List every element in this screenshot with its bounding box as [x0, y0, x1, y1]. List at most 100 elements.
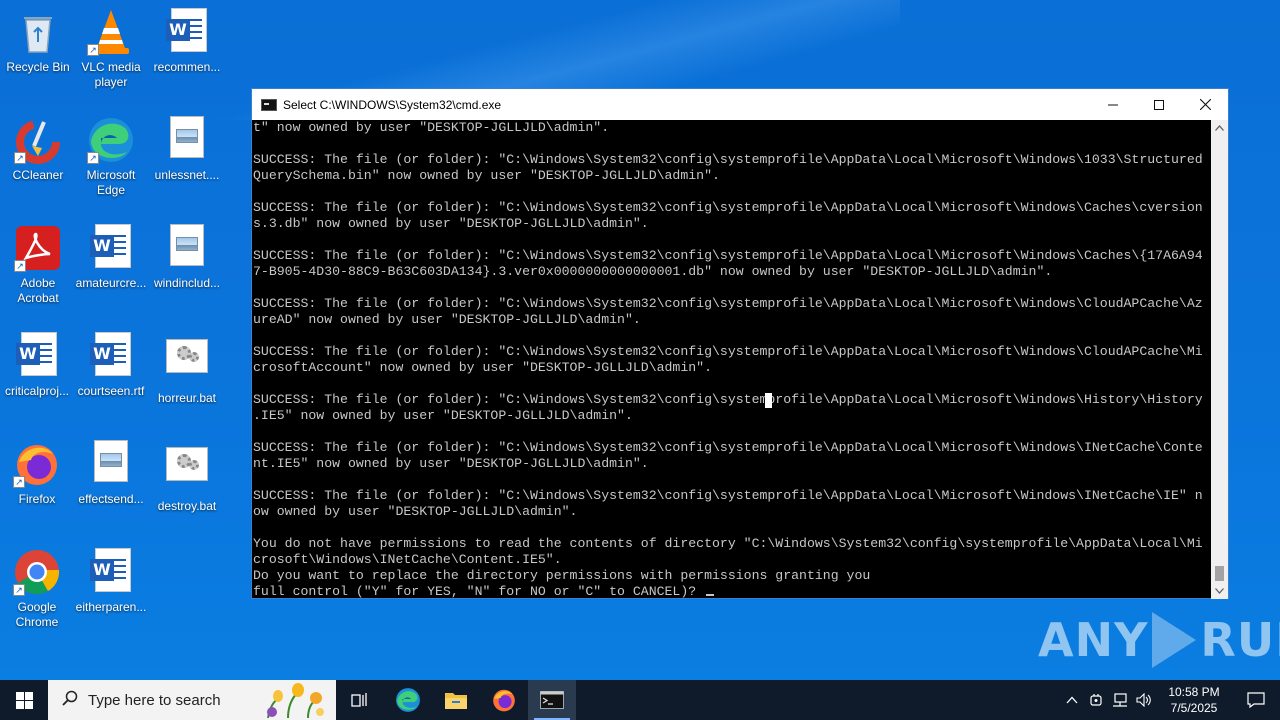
command-prompt-icon — [540, 691, 564, 709]
network-icon — [1113, 693, 1127, 707]
desktop-icon-destroy-bat[interactable]: destroy.bat — [149, 440, 225, 514]
scroll-thumb[interactable] — [1215, 566, 1224, 581]
desktop-icon-amateurcre[interactable]: W amateurcre... — [73, 224, 149, 291]
chevron-up-icon — [1066, 696, 1078, 704]
task-view-icon — [351, 693, 367, 707]
chevron-down-icon — [1215, 588, 1224, 594]
console-line: SUCCESS: The file (or folder): "C:\Windo… — [253, 248, 1203, 263]
edge-icon — [396, 688, 420, 712]
desktop-icon-microsoft-edge[interactable]: ↗ Microsoft Edge — [73, 116, 149, 198]
taskbar-clock[interactable]: 10:58 PM 7/5/2025 — [1156, 684, 1232, 716]
windows-logo-icon — [15, 691, 33, 709]
edge-icon: ↗ — [87, 116, 135, 164]
taskbar-cmd-button[interactable] — [528, 680, 576, 720]
desktop-icon-vlc[interactable]: ↗ VLC media player — [73, 8, 149, 90]
desktop-icon-ccleaner[interactable]: ↗ CCleaner — [0, 116, 76, 183]
cmd-app-icon[interactable] — [261, 98, 277, 111]
maximize-button[interactable] — [1136, 89, 1182, 120]
cmd-window[interactable]: Select C:\WINDOWS\System32\cmd.exe t" no… — [251, 88, 1229, 599]
desktop-icon-horreur-bat[interactable]: horreur.bat — [149, 332, 225, 406]
tray-device-button[interactable] — [1084, 680, 1108, 720]
word-document-icon: W — [13, 332, 61, 380]
desktop-icon-recommen[interactable]: W recommen... — [149, 8, 225, 75]
console-line: .IE5" now owned by user "DESKTOP-JGLLJLD… — [253, 408, 633, 423]
action-center-button[interactable] — [1232, 680, 1280, 720]
desktop-icon-recycle-bin[interactable]: Recycle Bin — [0, 8, 76, 75]
console-caret — [706, 594, 715, 596]
taskbar-search-box[interactable] — [48, 680, 336, 720]
desktop-icon-courtseen[interactable]: W courtseen.rtf — [73, 332, 149, 399]
window-controls — [1090, 89, 1228, 120]
anyrun-watermark: ANY RUN — [1038, 610, 1280, 670]
desktop-icon-google-chrome[interactable]: ↗ Google Chrome — [0, 548, 75, 630]
speaker-icon — [1136, 693, 1151, 707]
console-line: Do you want to replace the directory per… — [253, 568, 871, 583]
window-title: Select C:\WINDOWS\System32\cmd.exe — [283, 97, 502, 112]
vertical-scrollbar[interactable] — [1211, 120, 1228, 599]
console-line: crosoftAccount" now owned by user "DESKT… — [253, 360, 712, 375]
console-line: QuerySchema.bin" now owned by user "DESK… — [253, 168, 720, 183]
close-button[interactable] — [1182, 89, 1228, 120]
taskbar-file-explorer-button[interactable] — [432, 680, 480, 720]
console-output[interactable]: t" now owned by user "DESKTOP-JGLLJLD\ad… — [252, 120, 1213, 599]
folder-icon — [445, 693, 467, 709]
desktop-icon-windinclud[interactable]: windinclud... — [149, 224, 225, 291]
console-line: SUCCESS: The file (or folder): "C:\Windo… — [253, 440, 1203, 455]
recycle-bin-icon — [14, 8, 62, 56]
taskbar-edge-button[interactable] — [384, 680, 432, 720]
device-icon — [1090, 694, 1102, 706]
scroll-up-button[interactable] — [1211, 120, 1228, 136]
console-line: t" now owned by user "DESKTOP-JGLLJLD\ad… — [253, 120, 610, 135]
console-line: SUCCESS: The file (or folder): "C:\Windo… — [253, 392, 1203, 407]
clock-time: 10:58 PM — [1168, 685, 1220, 699]
tray-volume-button[interactable] — [1132, 680, 1156, 720]
tray-network-button[interactable] — [1108, 680, 1132, 720]
search-input[interactable] — [88, 691, 278, 709]
clock-date: 7/5/2025 — [1170, 701, 1218, 715]
chevron-up-icon — [1215, 125, 1224, 131]
watermark-play-icon — [1152, 612, 1197, 668]
desktop-icon-firefox[interactable]: ↗ Firefox — [0, 440, 75, 507]
desktop-icon-criticalproj[interactable]: W criticalproj... — [0, 332, 75, 399]
desktop-icon-effectsend[interactable]: effectsend... — [73, 440, 149, 507]
desktop-icon-adobe-acrobat[interactable]: ↗ Adobe Acrobat — [0, 224, 76, 306]
minimize-button[interactable] — [1090, 89, 1136, 120]
watermark-text-left: ANY — [1038, 613, 1149, 667]
image-file-icon — [87, 440, 135, 488]
scroll-down-button[interactable] — [1211, 583, 1228, 599]
desktop-icon-unlessnet[interactable]: unlessnet.... — [149, 116, 225, 183]
desktop-icon-eitherparen[interactable]: W eitherparen... — [73, 548, 149, 615]
console-line: crosoft\Windows\INetCache\Content.IE5". — [253, 552, 562, 567]
ccleaner-icon: ↗ — [14, 116, 62, 164]
chrome-icon: ↗ — [13, 548, 61, 596]
batch-file-icon — [163, 447, 211, 495]
console-line: SUCCESS: The file (or folder): "C:\Windo… — [253, 296, 1203, 311]
console-line: ureAD" now owned by user "DESKTOP-JGLLJL… — [253, 312, 641, 327]
search-highlight-flowers-icon — [267, 683, 324, 718]
taskbar: 10:58 PM 7/5/2025 — [0, 680, 1280, 720]
console-line: full control ("Y" for YES, "N" for NO or… — [253, 584, 1213, 599]
text-select-cursor — [765, 393, 772, 408]
maximize-icon — [1154, 99, 1164, 110]
search-icon — [62, 690, 78, 711]
console-line: s.3.db" now owned by user "DESKTOP-JGLLJ… — [253, 216, 649, 231]
watermark-text-right: RUN — [1200, 613, 1280, 667]
word-document-icon: W — [87, 224, 135, 272]
console-line: SUCCESS: The file (or folder): "C:\Windo… — [253, 152, 1203, 167]
word-document-icon: W — [163, 8, 211, 56]
show-hidden-icons-button[interactable] — [1060, 680, 1084, 720]
vlc-icon: ↗ — [87, 8, 135, 56]
firefox-icon: ↗ — [13, 440, 61, 488]
firefox-icon — [493, 689, 515, 712]
taskbar-firefox-button[interactable] — [480, 680, 528, 720]
cmd-titlebar[interactable]: Select C:\WINDOWS\System32\cmd.exe — [252, 89, 1228, 120]
task-view-button[interactable] — [336, 680, 384, 720]
start-button[interactable] — [0, 680, 48, 720]
console-line: SUCCESS: The file (or folder): "C:\Windo… — [253, 488, 1203, 503]
minimize-icon — [1108, 104, 1118, 105]
